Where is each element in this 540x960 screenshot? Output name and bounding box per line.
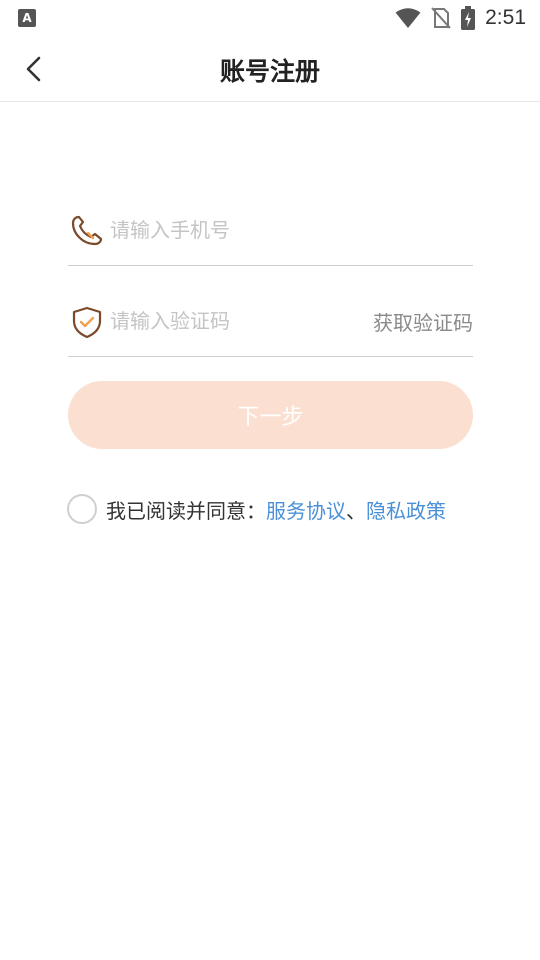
- agreement-prefix: 我已阅读并同意：: [106, 498, 266, 523]
- phone-icon: [71, 215, 103, 246]
- next-button[interactable]: 下一步: [68, 381, 473, 449]
- code-input[interactable]: [110, 303, 360, 339]
- phone-input[interactable]: [110, 212, 360, 248]
- agreement-row: 我已阅读并同意： 服务协议 、 隐私政策: [67, 492, 446, 526]
- status-bar: A 2:51: [0, 0, 540, 36]
- status-icons: 2:51: [395, 4, 526, 32]
- app-notification-icon: A: [18, 9, 36, 27]
- shield-check-icon: [72, 306, 102, 339]
- code-field-row: 获取验证码: [68, 287, 473, 357]
- phone-field-row: [68, 196, 473, 266]
- agreement-separator: 、: [346, 498, 366, 523]
- page-title: 账号注册: [219, 57, 320, 86]
- no-sim-icon: [431, 7, 451, 29]
- status-time: 2:51: [485, 6, 526, 29]
- service-agreement-link[interactable]: 服务协议: [266, 495, 346, 524]
- wifi-icon: [395, 8, 421, 28]
- battery-charging-icon: [461, 6, 476, 30]
- get-code-button[interactable]: 获取验证码: [373, 307, 473, 336]
- privacy-policy-link[interactable]: 隐私政策: [366, 495, 446, 524]
- nav-bar: 账号注册: [0, 36, 540, 102]
- agreement-checkbox[interactable]: [67, 494, 97, 524]
